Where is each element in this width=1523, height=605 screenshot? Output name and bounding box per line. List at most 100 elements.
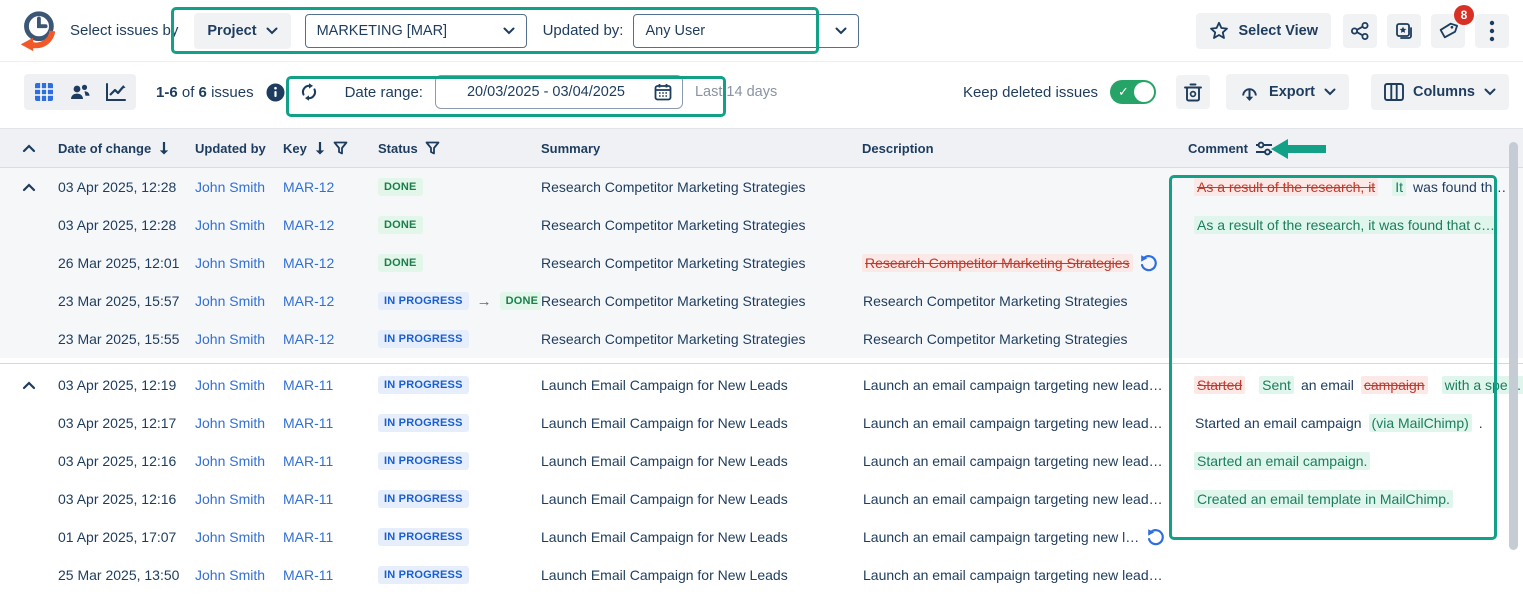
updated-by-link[interactable]: John Smith [195,529,265,545]
updated-by-cell: John Smith [195,491,283,507]
key-link[interactable]: MAR-11 [283,491,333,507]
comment-cell: Started an email campaign (via MailChimp… [1180,414,1523,432]
summary-cell: Launch Email Campaign for New Leads [541,491,862,507]
table-row: 23 Mar 2025, 15:55John SmithMAR-12IN PRO… [0,320,1523,358]
collapse-group-icon[interactable] [22,183,36,192]
comment-segment: campaign [1361,376,1428,394]
status-cell: DONE [378,254,541,272]
key-cell: MAR-12 [283,293,378,309]
collapse-group-icon[interactable] [22,381,36,390]
updated-by-link[interactable]: John Smith [195,331,265,347]
expander-cell [0,381,58,390]
keep-deleted-label: Keep deleted issues [963,84,1098,101]
calendar-icon [654,83,672,101]
sliders-icon[interactable] [1255,141,1274,156]
status-cell: IN PROGRESS [378,414,541,432]
summary-cell: Research Competitor Marketing Strategies [541,179,862,195]
col-updated-by: Updated by [195,141,266,156]
date-cell: 26 Mar 2025, 12:01 [58,255,195,271]
comment-segment: Started [1194,376,1245,394]
comment-segment: Started an email campaign. [1194,452,1370,470]
delete-button[interactable] [1176,75,1210,109]
date-cell: 03 Apr 2025, 12:19 [58,377,195,393]
status-cell: IN PROGRESS [378,452,541,470]
date-range-hint: Last 14 days [695,84,777,100]
key-link[interactable]: MAR-12 [283,255,334,271]
date-range-label: Date range: [345,84,423,101]
key-link[interactable]: MAR-12 [283,331,334,347]
status-badge: IN PROGRESS [378,452,469,470]
updated-by-select[interactable]: Any User [633,14,859,48]
key-link[interactable]: MAR-12 [283,179,334,195]
table-row: 01 Apr 2025, 17:07John SmithMAR-11IN PRO… [0,518,1523,556]
status-cell: IN PROGRESS [378,490,541,508]
table-row: 03 Apr 2025, 12:19John SmithMAR-11IN PRO… [0,366,1523,404]
key-link[interactable]: MAR-11 [283,567,333,583]
updated-by-link[interactable]: John Smith [195,453,265,469]
date-range-input[interactable]: 20/03/2025 - 03/04/2025 [435,75,683,109]
undo-icon[interactable] [1139,254,1158,273]
export-download-icon [1239,82,1260,102]
chevron-down-icon [503,27,515,35]
top-toolbar: Select issues by Project MARKETING [MAR]… [0,0,1523,62]
col-date-of-change: Date of change [58,141,151,156]
view-switcher [24,74,136,110]
export-button[interactable]: Export [1226,74,1349,110]
col-key: Key [283,141,307,156]
key-link[interactable]: MAR-11 [283,453,333,469]
undo-icon[interactable] [1146,528,1165,547]
key-link[interactable]: MAR-11 [283,377,333,393]
tag-count-badge: 8 [1454,5,1474,25]
summary-cell: Research Competitor Marketing Strategies [541,255,862,271]
updated-by-link[interactable]: John Smith [195,255,265,271]
people-view-button[interactable] [63,77,97,107]
filter-icon[interactable] [333,141,348,155]
updated-by-link[interactable]: John Smith [195,293,265,309]
date-cell: 03 Apr 2025, 12:16 [58,491,195,507]
date-cell: 03 Apr 2025, 12:28 [58,217,195,233]
key-link[interactable]: MAR-12 [283,217,334,233]
summary-cell: Launch Email Campaign for New Leads [541,415,862,431]
updated-by-link[interactable]: John Smith [195,217,265,233]
col-status: Status [378,141,418,156]
share-button[interactable] [1343,14,1377,48]
tags-button[interactable]: 8 [1431,14,1465,48]
updated-by-link[interactable]: John Smith [195,491,265,507]
vertical-scrollbar[interactable] [1509,142,1518,550]
keep-deleted-toggle[interactable]: ✓ [1110,80,1156,104]
status-badge: IN PROGRESS [378,528,469,546]
project-select[interactable]: MARKETING [MAR] [305,14,527,48]
updated-by-link[interactable]: John Smith [195,179,265,195]
saved-views-button[interactable] [1387,14,1421,48]
columns-button[interactable]: Columns [1371,74,1509,110]
comment-segment: It [1392,178,1406,196]
refresh-icon[interactable] [299,82,319,102]
secondary-toolbar: 1-6 of 6 issues Date range: 20/03/2025 -… [0,62,1523,122]
status-cell: IN PROGRESS [378,566,541,584]
description-text: Launch an email campaign targeting new l… [862,414,1164,432]
key-link[interactable]: MAR-11 [283,415,333,431]
updated-by-link[interactable]: John Smith [195,567,265,583]
updated-by-link[interactable]: John Smith [195,377,265,393]
comment-segment: As a result of the research, it was foun… [1194,216,1498,234]
project-dropdown-button[interactable]: Project [194,13,290,49]
table-row: 03 Apr 2025, 12:16John SmithMAR-11IN PRO… [0,442,1523,480]
comment-segment [1384,186,1386,188]
collapse-all-icon[interactable] [22,144,36,153]
status-badge: DONE [500,292,541,310]
more-options-button[interactable] [1475,14,1509,48]
chart-view-button[interactable] [99,77,133,107]
updated-by-label: Updated by: [543,22,624,39]
updated-by-link[interactable]: John Smith [195,415,265,431]
updated-by-cell: John Smith [195,255,283,271]
info-icon[interactable] [266,83,285,102]
table-view-button[interactable] [27,77,61,107]
filter-icon[interactable] [425,141,440,155]
select-view-button[interactable]: Select View [1196,13,1331,49]
summary-cell: Launch Email Campaign for New Leads [541,453,862,469]
sort-desc-icon[interactable] [314,141,326,155]
comment-segment: Created an email template in MailChimp. [1194,490,1453,508]
key-link[interactable]: MAR-12 [283,293,334,309]
sort-desc-icon[interactable] [158,141,170,155]
key-link[interactable]: MAR-11 [283,529,333,545]
